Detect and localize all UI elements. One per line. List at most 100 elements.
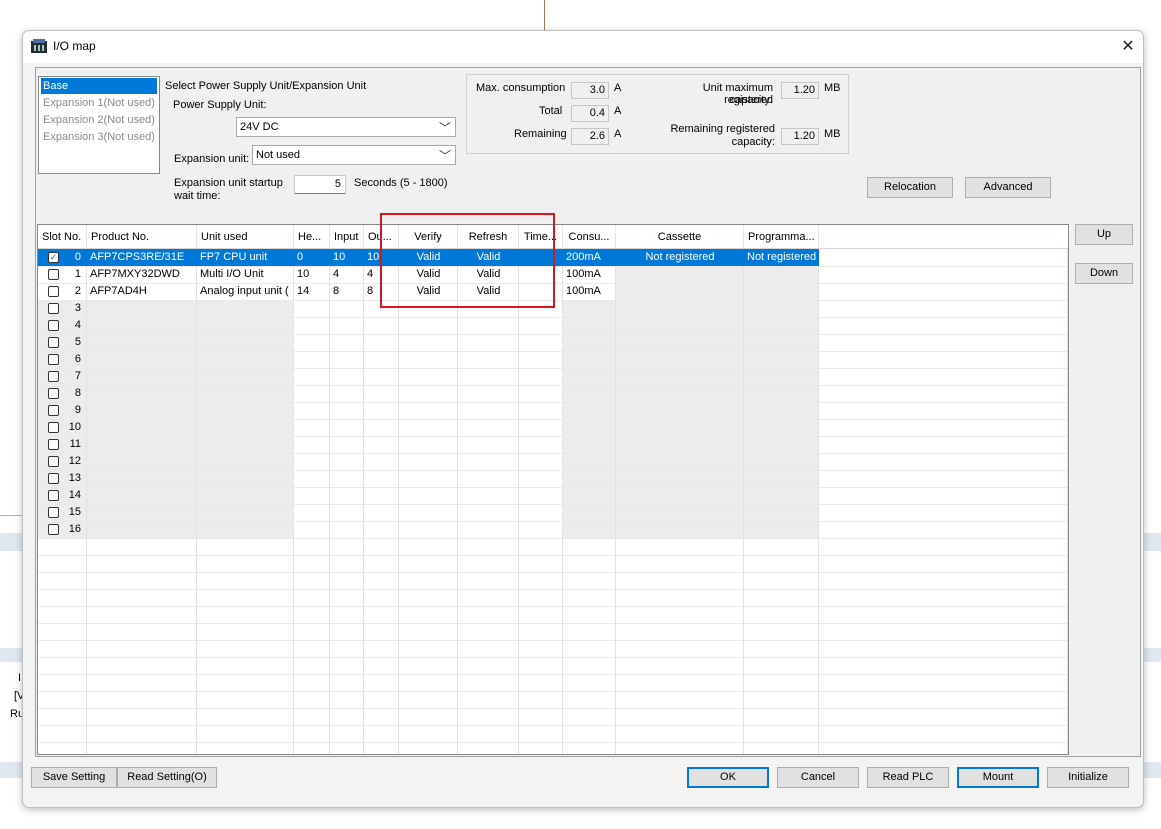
read-setting-button[interactable]: Read Setting(O) bbox=[117, 767, 217, 788]
grid-row-line bbox=[38, 640, 1068, 641]
total-label: Total bbox=[539, 105, 563, 117]
column-header[interactable]: Slot No. bbox=[38, 225, 87, 249]
down-button[interactable]: Down bbox=[1075, 263, 1133, 284]
table-row[interactable]: 12 bbox=[38, 453, 1068, 470]
slot-checkbox[interactable] bbox=[48, 422, 59, 433]
save-setting-button[interactable]: Save Setting bbox=[31, 767, 117, 788]
cell-program: Not registered bbox=[747, 251, 817, 263]
slot-checkbox[interactable] bbox=[48, 405, 59, 416]
background-line bbox=[0, 515, 22, 516]
table-row[interactable]: 9 bbox=[38, 402, 1068, 419]
slot-checkbox[interactable] bbox=[48, 269, 59, 280]
unit-list-item-expansion-1[interactable]: Expansion 1(Not used) bbox=[41, 95, 157, 111]
advanced-button[interactable]: Advanced bbox=[965, 177, 1051, 198]
background-text: I bbox=[18, 672, 22, 684]
slot-number: 6 bbox=[74, 353, 81, 365]
background-divider bbox=[544, 0, 545, 30]
grid-row-line bbox=[38, 657, 1068, 658]
table-row[interactable]: 6 bbox=[38, 351, 1068, 368]
expansion-unit-label: Expansion unit: bbox=[174, 153, 250, 165]
up-button[interactable]: Up bbox=[1075, 224, 1133, 245]
cell-cassette bbox=[616, 266, 744, 283]
column-header[interactable]: Consu... bbox=[563, 225, 616, 249]
grid-row-line bbox=[38, 623, 1068, 624]
total-unit: A bbox=[614, 105, 622, 117]
table-row[interactable]: 14 bbox=[38, 487, 1068, 504]
slot-number: 16 bbox=[68, 523, 81, 535]
column-header-filler bbox=[819, 225, 1068, 249]
table-row[interactable]: 15 bbox=[38, 504, 1068, 521]
column-header[interactable]: He... bbox=[294, 225, 330, 249]
cancel-button[interactable]: Cancel bbox=[777, 767, 859, 788]
max-consumption-unit: A bbox=[614, 82, 622, 94]
cell-unit: Analog input unit ( bbox=[200, 285, 289, 297]
table-row[interactable]: 4 bbox=[38, 317, 1068, 334]
table-row[interactable]: 13 bbox=[38, 470, 1068, 487]
column-header[interactable]: Cassette bbox=[616, 225, 744, 249]
slot-checkbox[interactable] bbox=[48, 371, 59, 382]
slot-number: 7 bbox=[74, 370, 81, 382]
slot-checkbox[interactable] bbox=[48, 439, 59, 450]
background-strip bbox=[0, 533, 22, 551]
chevron-down-icon: ﹀ bbox=[438, 149, 451, 163]
table-row[interactable]: 11 bbox=[38, 436, 1068, 453]
slot-checkbox[interactable] bbox=[48, 303, 59, 314]
column-header[interactable]: Input bbox=[330, 225, 364, 249]
capacity-label-line2: capacity: bbox=[729, 94, 773, 106]
remaining-capacity-unit: MB bbox=[824, 128, 841, 140]
unit-list-item-base[interactable]: Base bbox=[41, 78, 157, 94]
slot-checkbox[interactable] bbox=[48, 473, 59, 484]
slot-checkbox[interactable] bbox=[48, 507, 59, 518]
cell-product: AFP7AD4H bbox=[90, 285, 147, 297]
slot-number: 11 bbox=[69, 438, 81, 450]
slot-checkbox[interactable] bbox=[48, 354, 59, 365]
remaining-capacity-value: 1.20 bbox=[781, 128, 819, 145]
grid-row-line bbox=[38, 572, 1068, 573]
mount-button[interactable]: Mount bbox=[957, 767, 1039, 788]
slot-checkbox[interactable] bbox=[48, 320, 59, 331]
slot-checkbox[interactable] bbox=[48, 456, 59, 467]
slot-number: 2 bbox=[74, 285, 81, 297]
table-row[interactable]: 8 bbox=[38, 385, 1068, 402]
slot-number: 13 bbox=[68, 472, 81, 484]
table-row[interactable]: 16 bbox=[38, 521, 1068, 538]
expansion-unit-select[interactable]: Not used ﹀ bbox=[252, 145, 456, 165]
column-header[interactable]: Unit used bbox=[197, 225, 294, 249]
close-icon[interactable]: ✕ bbox=[1117, 36, 1139, 58]
grid-row-line bbox=[38, 691, 1068, 692]
dialog-body: Base Expansion 1(Not used) Expansion 2(N… bbox=[35, 67, 1141, 757]
initialize-button[interactable]: Initialize bbox=[1047, 767, 1129, 788]
table-row[interactable]: 7 bbox=[38, 368, 1068, 385]
table-row[interactable]: 10 bbox=[38, 419, 1068, 436]
slot-checkbox[interactable] bbox=[48, 286, 59, 297]
column-header[interactable]: Product No. bbox=[87, 225, 197, 249]
cell-cassette bbox=[616, 283, 744, 300]
slot-number: 4 bbox=[74, 319, 81, 331]
table-row[interactable]: 5 bbox=[38, 334, 1068, 351]
read-plc-button[interactable]: Read PLC bbox=[867, 767, 949, 788]
expansion-unit-value: Not used bbox=[256, 149, 301, 161]
io-map-dialog: I/O map ✕ Base Expansion 1(Not used) Exp… bbox=[22, 30, 1144, 808]
cell-program bbox=[744, 283, 819, 300]
column-header[interactable]: Programma... bbox=[744, 225, 819, 249]
slot-checkbox[interactable] bbox=[48, 490, 59, 501]
cell-unit: FP7 CPU unit bbox=[200, 251, 268, 263]
slot-checkbox[interactable] bbox=[48, 524, 59, 535]
relocation-button[interactable]: Relocation bbox=[867, 177, 953, 198]
slot-checkbox-checked[interactable]: ✓ bbox=[48, 252, 59, 263]
cell-product: AFP7MXY32DWD bbox=[90, 268, 180, 280]
startup-wait-input[interactable]: 5 bbox=[294, 175, 346, 194]
grid-row-line bbox=[38, 674, 1068, 675]
chevron-down-icon: ﹀ bbox=[438, 121, 451, 135]
slot-checkbox[interactable] bbox=[48, 388, 59, 399]
unit-list[interactable]: Base Expansion 1(Not used) Expansion 2(N… bbox=[38, 76, 160, 174]
total-value: 0.4 bbox=[571, 105, 609, 122]
ok-button[interactable]: OK bbox=[687, 767, 769, 788]
unit-list-item-expansion-2[interactable]: Expansion 2(Not used) bbox=[41, 112, 157, 128]
remaining-capacity-label-line1: Remaining registered bbox=[670, 123, 775, 135]
grid-row-line bbox=[38, 538, 1068, 539]
power-supply-select[interactable]: 24V DC ﹀ bbox=[236, 117, 456, 137]
slot-checkbox[interactable] bbox=[48, 337, 59, 348]
unit-list-item-expansion-3[interactable]: Expansion 3(Not used) bbox=[41, 129, 157, 145]
cell-program bbox=[744, 266, 819, 283]
